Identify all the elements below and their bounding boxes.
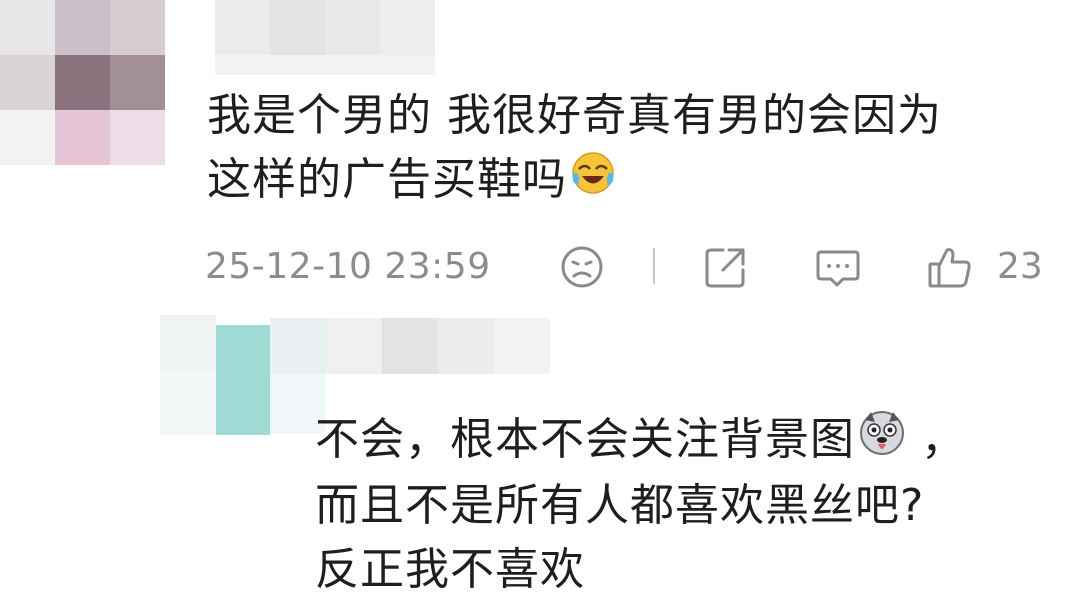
husky-emoji	[857, 408, 907, 476]
laugh-cry-emoji	[569, 149, 617, 215]
reply-avatar-blurred[interactable]	[160, 315, 280, 435]
username-blurred[interactable]	[215, 0, 475, 80]
reply-text-line1-suffix: ，	[921, 414, 966, 465]
comment-timestamp: 25-12-10 23:59	[205, 246, 491, 287]
dislike-icon[interactable]	[557, 242, 607, 292]
comment-text-line2: 这样的广告买鞋吗	[207, 148, 617, 215]
reply-icon[interactable]	[813, 242, 863, 292]
meta-divider	[653, 248, 655, 284]
reply-text-line3: 反正我不喜欢	[315, 544, 585, 595]
like-thumb-icon[interactable]	[925, 242, 975, 292]
comment-text-line2-content: 这样的广告买鞋吗	[207, 154, 567, 205]
comment-meta-row: 25-12-10 23:59 23	[205, 238, 1065, 298]
reply-text-line1: 不会，根本不会关注背景图 ，	[315, 408, 966, 476]
share-icon[interactable]	[701, 242, 751, 292]
reply-text-line2: 而且不是所有人都喜欢黑丝吧?	[315, 480, 925, 531]
reply-text-line1-content: 不会，根本不会关注背景图	[315, 414, 855, 465]
reply-username-blurred[interactable]	[270, 318, 570, 434]
comment-text-line1: 我是个男的 我很好奇真有男的会因为	[207, 90, 942, 141]
like-count: 23	[997, 246, 1043, 287]
